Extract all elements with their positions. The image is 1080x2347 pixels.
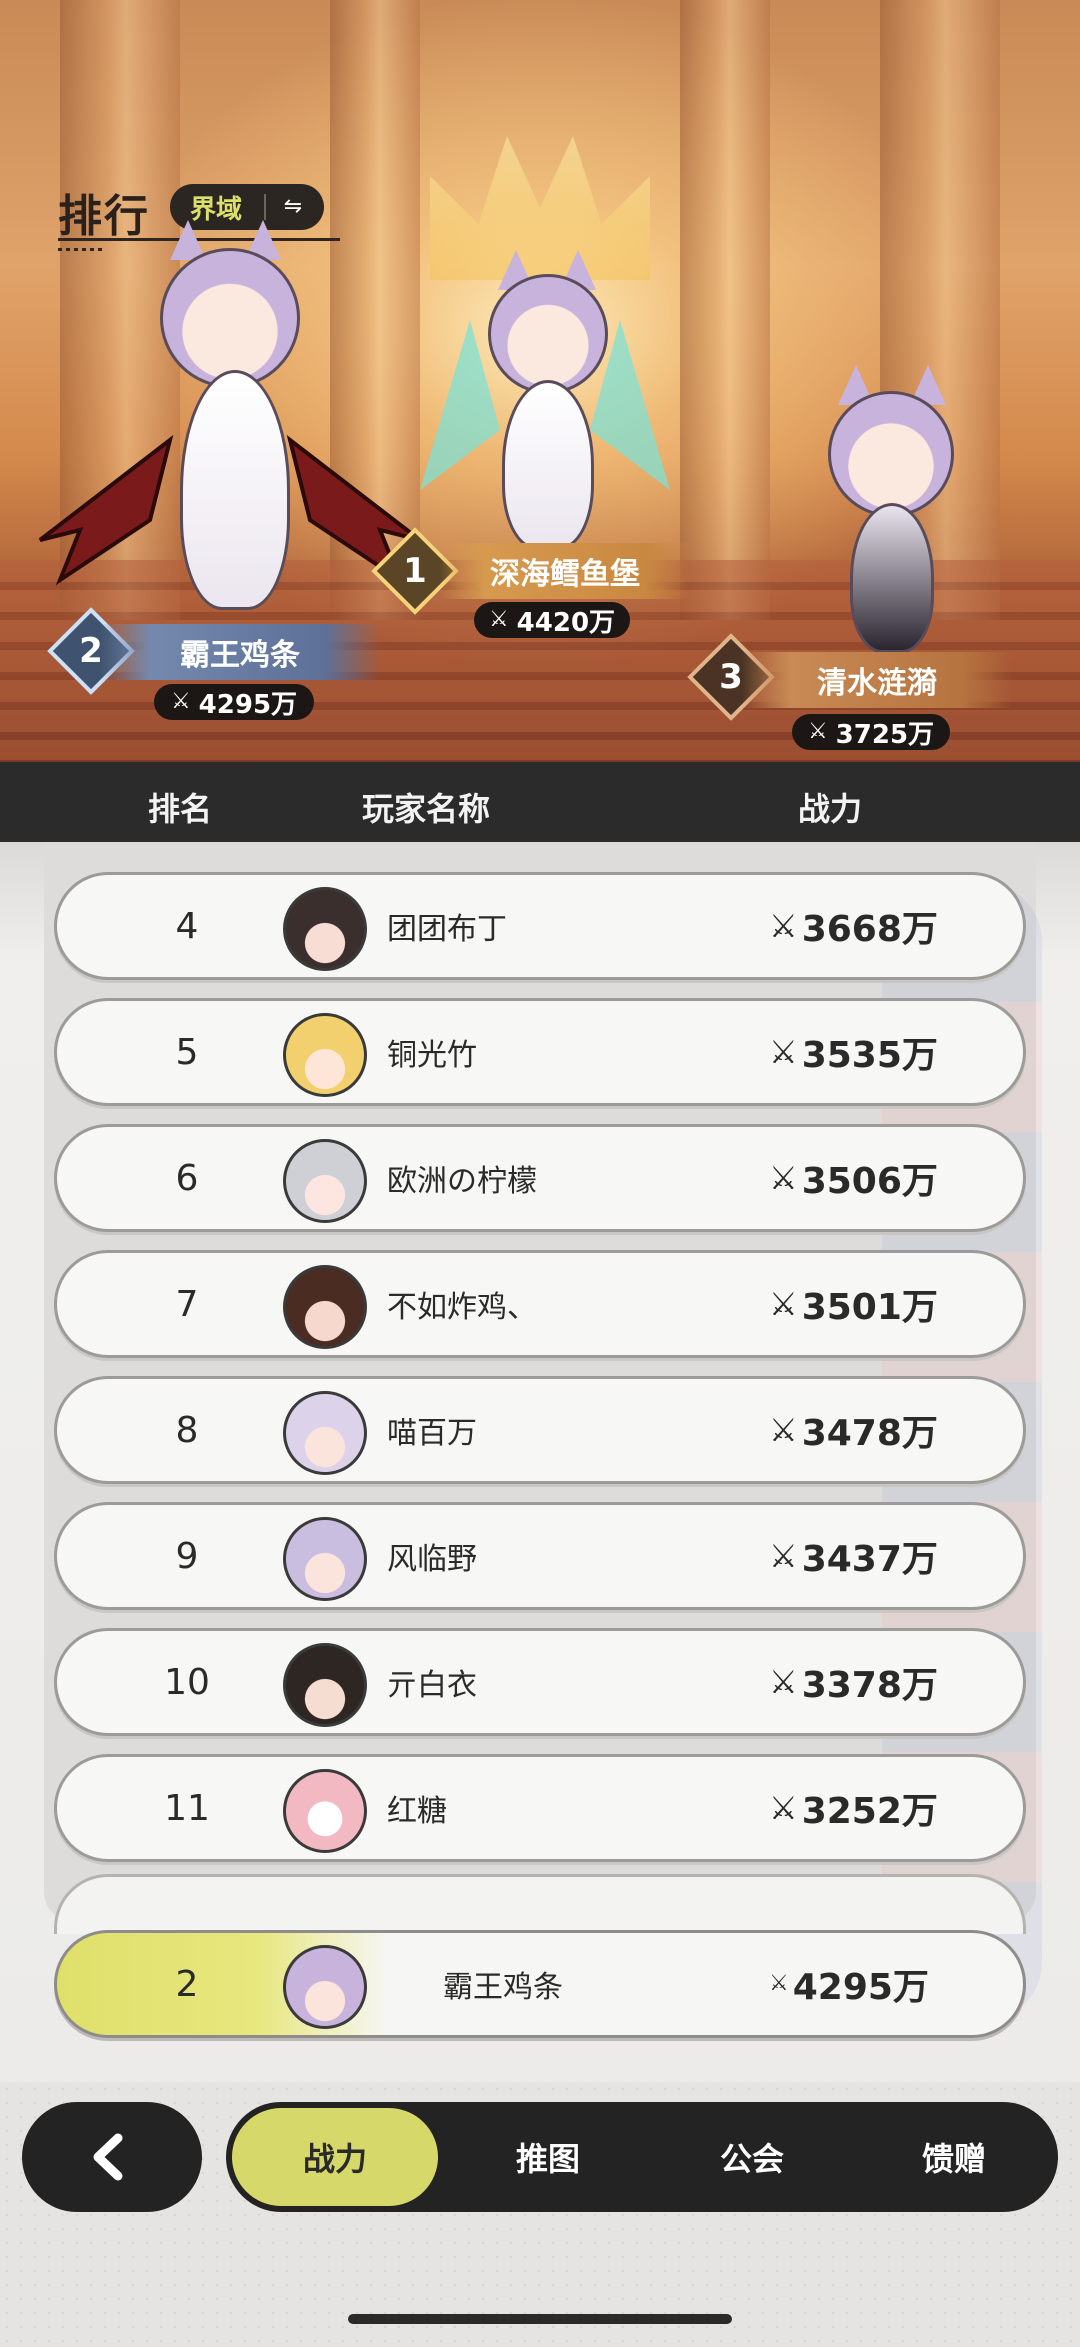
podium-character-third[interactable] bbox=[760, 365, 1020, 655]
row-player-name: 风临野 bbox=[387, 1542, 477, 1577]
swap-arrows-icon: ⇋ bbox=[283, 194, 303, 219]
table-row-partial[interactable] bbox=[54, 1874, 1026, 1934]
power-icon: ⚔ bbox=[769, 1285, 798, 1323]
podium-character-first[interactable] bbox=[410, 250, 680, 550]
tab-guild[interactable]: 公会 bbox=[654, 2102, 850, 2212]
podium-banner: 排行 界域 ⇋ 1 深海鳕鱼堡 ⚔ 4420万 2 霸王鸡条 ⚔ 4295万 3… bbox=[0, 0, 1080, 762]
power-icon: ⚔ bbox=[769, 1789, 798, 1827]
podium-name-first: 深海鳕鱼堡 bbox=[440, 543, 690, 599]
bottom-bar: 战力 推图 公会 馈赠 bbox=[0, 2082, 1080, 2347]
column-rank-header: 排名 bbox=[148, 790, 213, 828]
character-head bbox=[828, 391, 954, 517]
avatar bbox=[283, 1517, 367, 1601]
podium-name-third: 清水涟漪 bbox=[742, 652, 1012, 708]
ranking-tabs: 战力 推图 公会 馈赠 bbox=[226, 2102, 1058, 2212]
power-icon: ⚔ bbox=[769, 1971, 789, 1996]
row-rank: 4 bbox=[175, 905, 199, 947]
table-header: 排名 玩家名称 战力 bbox=[0, 762, 1080, 842]
row-player-name: 亓白衣 bbox=[387, 1668, 477, 1703]
my-rank-row[interactable]: 2 霸王鸡条 ⚔ 4295万 bbox=[54, 1930, 1026, 2038]
pillar-decoration bbox=[680, 0, 770, 620]
row-rank: 11 bbox=[164, 1787, 210, 1829]
avatar bbox=[283, 1643, 367, 1727]
row-player-name: 铜光竹 bbox=[387, 1038, 477, 1073]
podium-power-third: ⚔ 3725万 bbox=[792, 714, 950, 750]
tab-stage[interactable]: 推图 bbox=[450, 2102, 646, 2212]
avatar bbox=[283, 1391, 367, 1475]
my-rank: 2 bbox=[175, 1963, 199, 2005]
row-player-name: 喵百万 bbox=[387, 1416, 477, 1451]
back-button[interactable] bbox=[22, 2102, 202, 2212]
row-rank: 6 bbox=[175, 1157, 199, 1199]
home-indicator bbox=[348, 2314, 732, 2324]
power-icon: ⚔ bbox=[769, 907, 798, 945]
power-icon: ⚔ bbox=[769, 1411, 798, 1449]
podium-name-second: 霸王鸡条 bbox=[100, 624, 380, 680]
podium-character-second[interactable] bbox=[20, 220, 440, 620]
table-row[interactable]: 10 亓白衣 ⚔ 3378万 bbox=[54, 1628, 1026, 1736]
table-row[interactable]: 7 不如炸鸡、 ⚔ 3501万 bbox=[54, 1250, 1026, 1358]
table-row[interactable]: 8 喵百万 ⚔ 3478万 bbox=[54, 1376, 1026, 1484]
tab-gift[interactable]: 馈赠 bbox=[856, 2102, 1052, 2212]
avatar bbox=[283, 1139, 367, 1223]
power-icon: ⚔ bbox=[170, 689, 191, 714]
power-icon: ⚔ bbox=[769, 1033, 798, 1071]
character-body bbox=[850, 503, 934, 653]
podium-power-second: ⚔ 4295万 bbox=[154, 684, 314, 720]
row-power: ⚔ 3478万 bbox=[769, 1411, 938, 1454]
divider bbox=[264, 194, 266, 220]
my-player-name: 霸王鸡条 bbox=[443, 1970, 563, 2005]
table-row[interactable]: 9 风临野 ⚔ 3437万 bbox=[54, 1502, 1026, 1610]
row-power: ⚔ 3668万 bbox=[769, 907, 938, 950]
avatar bbox=[283, 1769, 367, 1853]
row-power: ⚔ 3535万 bbox=[769, 1033, 938, 1076]
ranking-list[interactable]: 4 团团布丁 ⚔ 3668万 5 铜光竹 ⚔ 3535万 6 欧洲の柠檬 ⚔ 3506… bbox=[0, 842, 1080, 2082]
my-power: ⚔ 4295万 bbox=[769, 1967, 929, 2008]
table-row[interactable]: 6 欧洲の柠檬 ⚔ 3506万 bbox=[54, 1124, 1026, 1232]
chevron-left-icon bbox=[93, 2133, 123, 2181]
power-icon: ⚔ bbox=[769, 1159, 798, 1197]
row-power: ⚔ 3437万 bbox=[769, 1537, 938, 1580]
row-player-name: 欧洲の柠檬 bbox=[387, 1164, 537, 1199]
row-rank: 10 bbox=[164, 1661, 210, 1703]
avatar bbox=[283, 1013, 367, 1097]
tab-power[interactable]: 战力 bbox=[232, 2108, 438, 2206]
table-row[interactable]: 5 铜光竹 ⚔ 3535万 bbox=[54, 998, 1026, 1106]
character-head bbox=[488, 274, 608, 394]
character-body bbox=[180, 370, 290, 610]
character-body bbox=[502, 380, 594, 550]
avatar bbox=[283, 1945, 367, 2029]
row-power: ⚔ 3378万 bbox=[769, 1663, 938, 1706]
row-rank: 8 bbox=[175, 1409, 199, 1451]
podium-power-first: ⚔ 4420万 bbox=[474, 602, 630, 638]
column-power-header: 战力 bbox=[798, 790, 863, 828]
power-icon: ⚔ bbox=[769, 1537, 798, 1575]
power-icon: ⚔ bbox=[807, 719, 828, 744]
character-head bbox=[160, 248, 300, 388]
column-name-header: 玩家名称 bbox=[362, 790, 491, 828]
row-rank: 7 bbox=[175, 1283, 199, 1325]
row-player-name: 团团布丁 bbox=[387, 912, 507, 947]
row-player-name: 红糖 bbox=[387, 1794, 447, 1829]
row-power: ⚔ 3506万 bbox=[769, 1159, 938, 1202]
row-rank: 9 bbox=[175, 1535, 199, 1577]
row-player-name: 不如炸鸡、 bbox=[387, 1290, 537, 1325]
table-row[interactable]: 4 团团布丁 ⚔ 3668万 bbox=[54, 872, 1026, 980]
avatar bbox=[283, 1265, 367, 1349]
row-power: ⚔ 3501万 bbox=[769, 1285, 938, 1328]
power-icon: ⚔ bbox=[769, 1663, 798, 1701]
row-rank: 5 bbox=[175, 1031, 199, 1073]
power-icon: ⚔ bbox=[488, 607, 509, 632]
table-row[interactable]: 11 红糖 ⚔ 3252万 bbox=[54, 1754, 1026, 1862]
avatar bbox=[283, 887, 367, 971]
row-power: ⚔ 3252万 bbox=[769, 1789, 938, 1832]
